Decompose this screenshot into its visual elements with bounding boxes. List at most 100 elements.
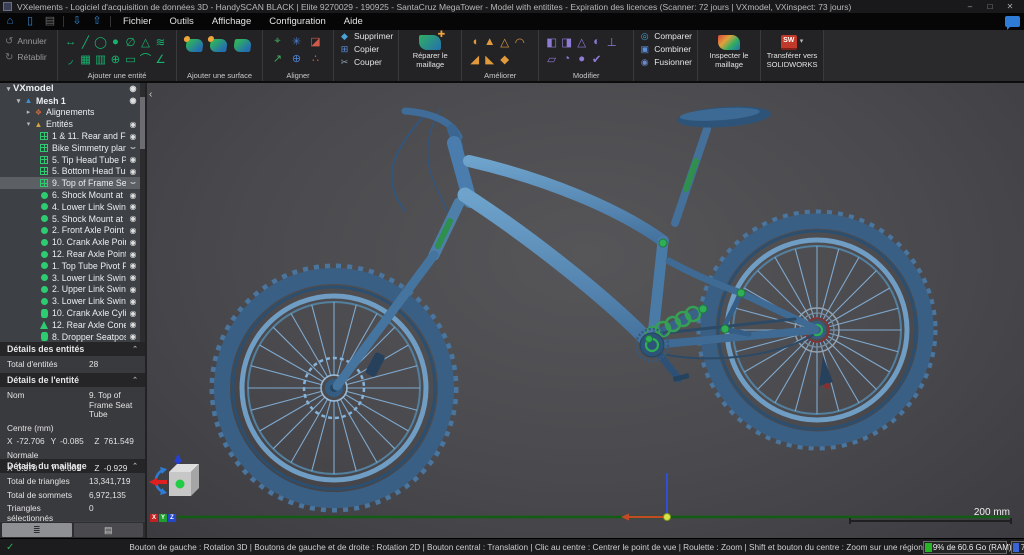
align-triad-icon[interactable]: ⌖ (268, 33, 287, 50)
tree-entity-row[interactable]: 3. Lower Link Swing (0, 295, 145, 307)
expand-caret-icon[interactable]: ▾ (14, 97, 23, 105)
visibility-eye-icon[interactable] (126, 273, 140, 282)
visibility-eye-icon[interactable] (126, 261, 140, 270)
tree-entity-row[interactable]: 1. Top Tube Pivot Po (0, 260, 145, 272)
visibility-eye-icon[interactable] (126, 226, 140, 235)
patch-surface-icon[interactable] (233, 39, 252, 52)
visibility-eye-icon[interactable] (126, 96, 140, 105)
sphere-icon[interactable]: ⊕ (108, 50, 123, 67)
ruler-icon[interactable]: ↔ (63, 33, 78, 50)
visibility-eye-icon[interactable] (126, 202, 140, 211)
flip-normals-icon[interactable]: ⊥ (604, 33, 619, 50)
tree-entity-row[interactable]: 6. Shock Mount at L (0, 189, 145, 201)
boolean-icon[interactable]: ▱ (544, 50, 559, 67)
entity-details-header[interactable]: Détails de l'entité ⌃ (0, 373, 145, 387)
navigation-cube[interactable] (149, 454, 207, 510)
redo-button[interactable]: ↻ Rétablir (5, 49, 52, 65)
visibility-eye-icon[interactable] (126, 120, 140, 129)
visibility-eye-icon[interactable] (126, 155, 140, 164)
tree-node-mesh[interactable]: ▾ ▲ Mesh 1 (0, 95, 145, 107)
align-plane-icon[interactable]: ◪ (306, 33, 325, 50)
cut-mesh-icon[interactable]: ◧ (544, 33, 559, 50)
inspect-mesh-button[interactable]: Inspecter le maillage (703, 33, 755, 69)
delete-button[interactable]: ◆ Supprimer (339, 30, 393, 42)
visibility-eye-icon[interactable] (126, 297, 140, 306)
tree-entity-row[interactable]: 3. Lower Link Swing (0, 272, 145, 284)
save-icon[interactable]: ▤ (40, 13, 60, 30)
visibility-eye-icon[interactable] (126, 250, 140, 259)
rectangle-icon[interactable]: ▭ (123, 50, 138, 67)
align-target-icon[interactable]: ⊕ (287, 50, 306, 67)
menu-aide[interactable]: Aide (335, 13, 372, 30)
tree-entity-row[interactable]: 1 & 11. Rear and Fro (0, 130, 145, 142)
clean-mesh-icon[interactable]: ▲ (482, 33, 497, 50)
export-session-icon[interactable]: ⇧ (87, 13, 107, 30)
tree-node-entities[interactable]: ▾ ▲ Entités (0, 118, 145, 130)
curve-icon[interactable]: ◞ (63, 50, 78, 67)
edit-triangles-icon[interactable]: △ (574, 33, 589, 50)
home-icon[interactable]: ⌂ (0, 13, 20, 30)
align-vector-icon[interactable]: ↗ (268, 50, 287, 67)
split-mesh-icon[interactable]: ◐ (589, 33, 604, 50)
expand-caret-icon[interactable]: ▾ (24, 120, 33, 128)
validate-icon[interactable]: ✔ (589, 50, 604, 67)
tree-entity-row[interactable]: 12. Rear Axle Cone (0, 319, 145, 331)
expand-caret-icon[interactable]: ▸ (24, 108, 33, 116)
menu-fichier[interactable]: Fichier (114, 13, 161, 30)
grid-plane-icon[interactable]: ▦ (78, 50, 93, 67)
ellipse-icon[interactable]: ∅ (123, 33, 138, 50)
auto-surface-icon[interactable] (185, 39, 204, 52)
repair-mesh-button[interactable]: Réparer le maillage (404, 33, 456, 69)
arc-icon[interactable]: ⌒ (138, 50, 153, 67)
point-icon[interactable]: ● (108, 33, 123, 50)
polyline-icon[interactable]: ∠ (153, 50, 168, 67)
visibility-eye-icon[interactable] (126, 214, 140, 223)
tree-entity-row[interactable]: 10. Crank Axle Point (0, 236, 145, 248)
facet-plane-icon[interactable]: ▥ (93, 50, 108, 67)
help-chat-icon[interactable] (1005, 16, 1020, 27)
collapse-panel-icon[interactable]: ⌃ (132, 345, 138, 353)
visibility-eye-icon[interactable] (126, 320, 140, 329)
visibility-eye-icon[interactable] (126, 191, 140, 200)
import-session-icon[interactable]: ⇩ (67, 13, 87, 30)
visibility-eye-icon[interactable] (126, 309, 140, 318)
tree-entity-row[interactable]: 5. Tip Head Tube Pl (0, 154, 145, 166)
visibility-eye-icon[interactable] (126, 132, 140, 141)
planes-stack-icon[interactable]: ≋ (153, 33, 168, 50)
tab-list-view[interactable]: ▤ (74, 523, 144, 537)
tree-entity-row[interactable]: 10. Crank Axle Cylin (0, 307, 145, 319)
sharpen-icon[interactable]: ◢ (467, 50, 482, 67)
tree-entity-row[interactable]: 4. Lower Link Swing (0, 201, 145, 213)
tree-entity-row[interactable]: 2. Upper Link Swing (0, 284, 145, 296)
guided-surface-icon[interactable] (209, 39, 228, 52)
tree-entity-row[interactable]: 2. Front Axle Point (0, 225, 145, 237)
visibility-eye-icon[interactable] (126, 84, 140, 93)
new-session-icon[interactable]: ▯ (20, 13, 40, 30)
tree-entity-row[interactable]: 12. Rear Axle Point (0, 248, 145, 260)
visibility-eye-icon[interactable] (126, 285, 140, 294)
menu-outils[interactable]: Outils (161, 13, 203, 30)
decimate-icon[interactable]: △ (497, 33, 512, 50)
shell-icon[interactable]: ◔ (559, 50, 574, 67)
tree-node-alignments[interactable]: ▸ ❖ Alignements (0, 107, 145, 119)
menu-configuration[interactable]: Configuration (260, 13, 335, 30)
tree-entity-row[interactable]: 9. Top of Frame Seat (0, 177, 145, 189)
tree-entity-row[interactable]: Bike Simmetry plane (0, 142, 145, 154)
compare-button[interactable]: ◎ Comparer (639, 30, 692, 42)
transfer-dropdown-icon[interactable]: ▾ (800, 38, 804, 47)
combine-button[interactable]: ▣ Combiner (639, 43, 692, 55)
visibility-eye-icon[interactable] (126, 238, 140, 247)
visibility-eye-icon[interactable] (126, 143, 140, 153)
menu-affichage[interactable]: Affichage (203, 13, 260, 30)
tree-entity-row[interactable]: 8. Dropper Seatpost (0, 331, 145, 342)
merge-button[interactable]: ◉ Fusionner (639, 56, 692, 68)
tab-tree-view[interactable]: ≣ (2, 523, 72, 537)
maximize-button[interactable]: □ (982, 2, 998, 11)
visibility-eye-icon[interactable] (126, 167, 140, 176)
visibility-eye-icon[interactable] (126, 178, 140, 188)
minimize-button[interactable]: – (962, 2, 978, 11)
undo-button[interactable]: ↺ Annuler (5, 33, 52, 49)
fill-holes-icon[interactable]: ◖ (467, 33, 482, 50)
tree-entity-row[interactable]: 5. Bottom Head Tub (0, 166, 145, 178)
smooth-icon[interactable]: ◠ (512, 33, 527, 50)
